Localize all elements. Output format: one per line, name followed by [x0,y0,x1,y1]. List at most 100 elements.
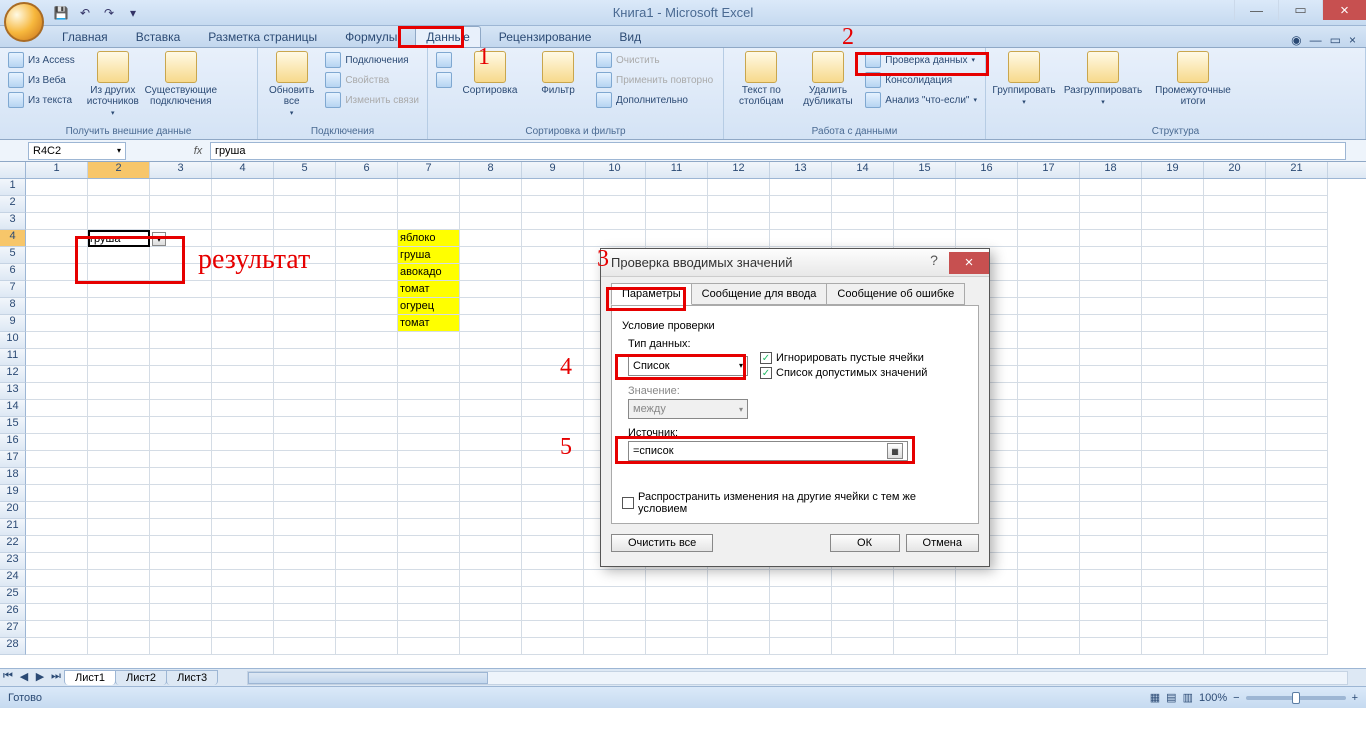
cell[interactable]: груша [88,230,150,247]
dialog-title-bar[interactable]: Проверка вводимых значений ? × [601,249,989,277]
cell[interactable] [646,179,708,196]
cell[interactable] [88,587,150,604]
cell[interactable] [336,485,398,502]
cell[interactable] [522,196,584,213]
cell[interactable] [708,196,770,213]
column-header[interactable]: 10 [584,162,646,178]
cell[interactable] [88,451,150,468]
cell[interactable] [956,213,1018,230]
cell[interactable] [336,247,398,264]
cell[interactable] [522,383,584,400]
clear-all-button[interactable]: Очистить все [611,534,713,552]
cell[interactable] [460,366,522,383]
cell[interactable] [522,451,584,468]
cell[interactable] [460,417,522,434]
cell[interactable] [212,604,274,621]
cell[interactable] [522,468,584,485]
tab-home[interactable]: Главная [52,27,118,47]
column-header[interactable]: 7 [398,162,460,178]
tab-view[interactable]: Вид [609,27,651,47]
zoom-out-button[interactable]: − [1233,692,1239,704]
cell[interactable] [212,247,274,264]
cell[interactable] [584,179,646,196]
cell[interactable] [1266,281,1328,298]
cell[interactable] [150,621,212,638]
column-header[interactable]: 3 [150,162,212,178]
cell[interactable] [1266,468,1328,485]
column-header[interactable]: 20 [1204,162,1266,178]
name-box[interactable]: R4C2▾ [28,142,126,160]
cell[interactable] [1142,383,1204,400]
cell[interactable] [460,570,522,587]
cell[interactable] [1204,638,1266,655]
cell[interactable] [646,638,708,655]
tab-insert[interactable]: Вставка [126,27,191,47]
cell[interactable] [1018,366,1080,383]
cell[interactable] [336,451,398,468]
tab-formulas[interactable]: Формулы [335,27,407,47]
cell[interactable] [26,536,88,553]
sheet-tab[interactable]: Лист2 [115,670,167,685]
close-workbook-icon[interactable]: × [1349,33,1356,47]
cell[interactable] [398,400,460,417]
cell[interactable] [1204,213,1266,230]
cell[interactable] [1204,230,1266,247]
sheet-nav-next[interactable]: ▶ [32,670,48,686]
cell[interactable] [1018,298,1080,315]
cell[interactable] [212,434,274,451]
horizontal-scrollbar[interactable] [247,671,1348,685]
row-header[interactable]: 9 [0,315,26,332]
cell[interactable] [894,196,956,213]
cell[interactable] [336,638,398,655]
cell[interactable] [88,553,150,570]
cell[interactable] [770,196,832,213]
office-button[interactable] [4,2,44,42]
cell[interactable] [274,570,336,587]
column-header[interactable]: 14 [832,162,894,178]
cell[interactable] [274,536,336,553]
cell[interactable] [770,604,832,621]
cell[interactable] [1204,315,1266,332]
cell[interactable] [956,570,1018,587]
cell[interactable] [1018,502,1080,519]
row-header[interactable]: 5 [0,247,26,264]
cell[interactable] [1142,247,1204,264]
cell[interactable] [1142,536,1204,553]
view-normal-icon[interactable]: ▦ [1150,691,1160,704]
column-header[interactable]: 12 [708,162,770,178]
cell[interactable] [398,604,460,621]
cell[interactable] [522,400,584,417]
sheet-nav-first[interactable]: ⏮ [0,670,16,686]
cell[interactable] [522,213,584,230]
cell[interactable] [26,417,88,434]
row-header[interactable]: 17 [0,451,26,468]
cell[interactable] [26,179,88,196]
row-header[interactable]: 27 [0,621,26,638]
cell[interactable] [1204,298,1266,315]
cell[interactable] [1266,383,1328,400]
cell[interactable] [26,570,88,587]
cell[interactable] [150,570,212,587]
cell[interactable] [1018,519,1080,536]
cell[interactable] [894,621,956,638]
cell[interactable] [1142,638,1204,655]
cell[interactable] [212,417,274,434]
cell[interactable] [398,451,460,468]
cell[interactable] [1080,264,1142,281]
zoom-slider[interactable] [1246,696,1346,700]
column-header[interactable]: 16 [956,162,1018,178]
cell[interactable] [1018,468,1080,485]
cell[interactable] [770,621,832,638]
cell[interactable] [1266,264,1328,281]
cell[interactable] [770,213,832,230]
cell[interactable] [956,604,1018,621]
row-header[interactable]: 28 [0,638,26,655]
cell[interactable] [1204,417,1266,434]
column-header[interactable]: 8 [460,162,522,178]
cell[interactable] [460,502,522,519]
cell[interactable] [150,281,212,298]
cell[interactable] [274,332,336,349]
cell[interactable] [1018,587,1080,604]
cell[interactable] [832,638,894,655]
cell[interactable] [150,213,212,230]
